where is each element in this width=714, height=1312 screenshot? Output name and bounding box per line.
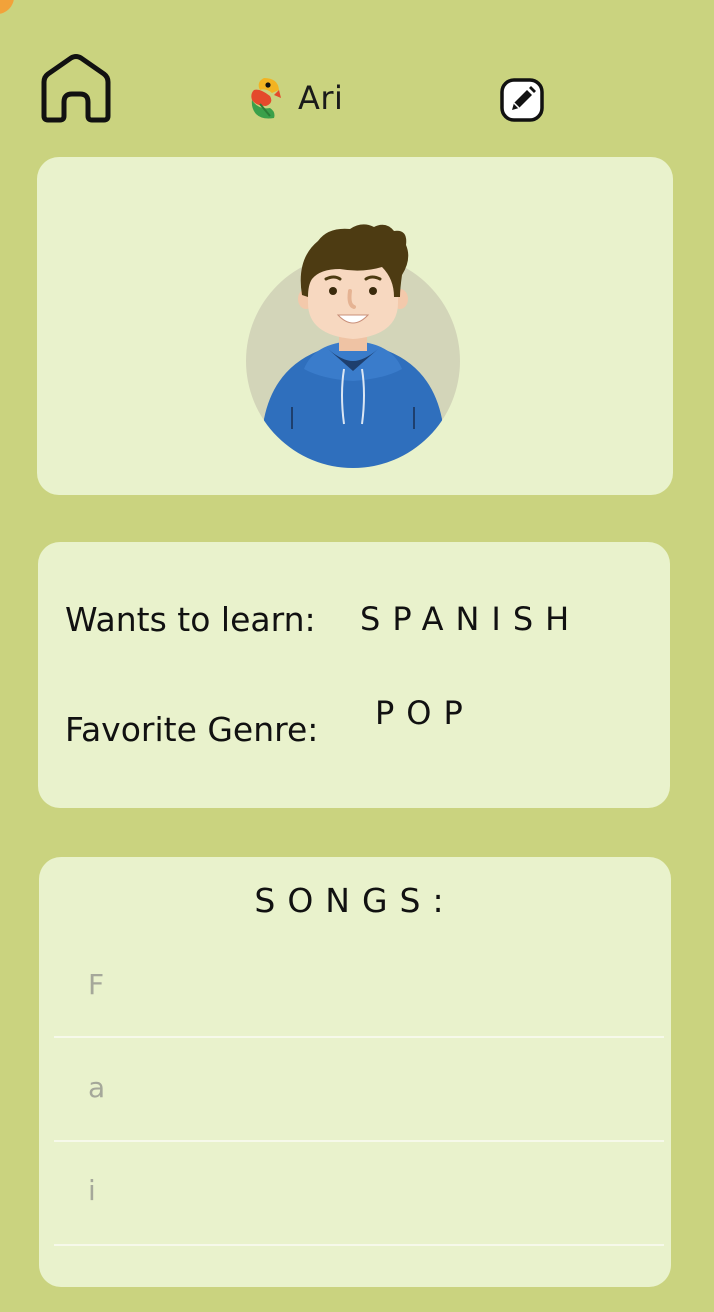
preferences-card: Wants to learn: SPANISH Favorite Genre: …	[38, 542, 670, 808]
song-list-item-text: a	[88, 1071, 106, 1104]
avatar-card	[37, 157, 673, 495]
learn-label: Wants to learn:	[65, 600, 316, 639]
genre-label: Favorite Genre:	[65, 710, 319, 749]
song-list-item[interactable]: i	[54, 1140, 664, 1246]
edit-icon	[500, 78, 544, 122]
user-label: Ari	[248, 70, 343, 126]
home-icon	[41, 54, 111, 123]
songs-card: SONGS: F a i	[39, 857, 671, 1287]
songs-title: SONGS:	[254, 881, 456, 920]
parrot-logo-icon	[251, 78, 281, 119]
song-list-item[interactable]: F	[54, 932, 664, 1038]
learn-value: SPANISH	[360, 600, 582, 638]
user-avatar	[246, 224, 460, 468]
song-list-item-text: F	[88, 968, 105, 1001]
genre-value: POP	[375, 694, 475, 732]
song-list-item-text: i	[88, 1174, 96, 1207]
edit-profile-button[interactable]	[498, 76, 546, 124]
top-nav-bar: Ari	[0, 0, 714, 150]
song-list-item[interactable]: a	[54, 1036, 664, 1142]
home-button[interactable]	[38, 52, 114, 124]
user-name: Ari	[298, 79, 344, 117]
